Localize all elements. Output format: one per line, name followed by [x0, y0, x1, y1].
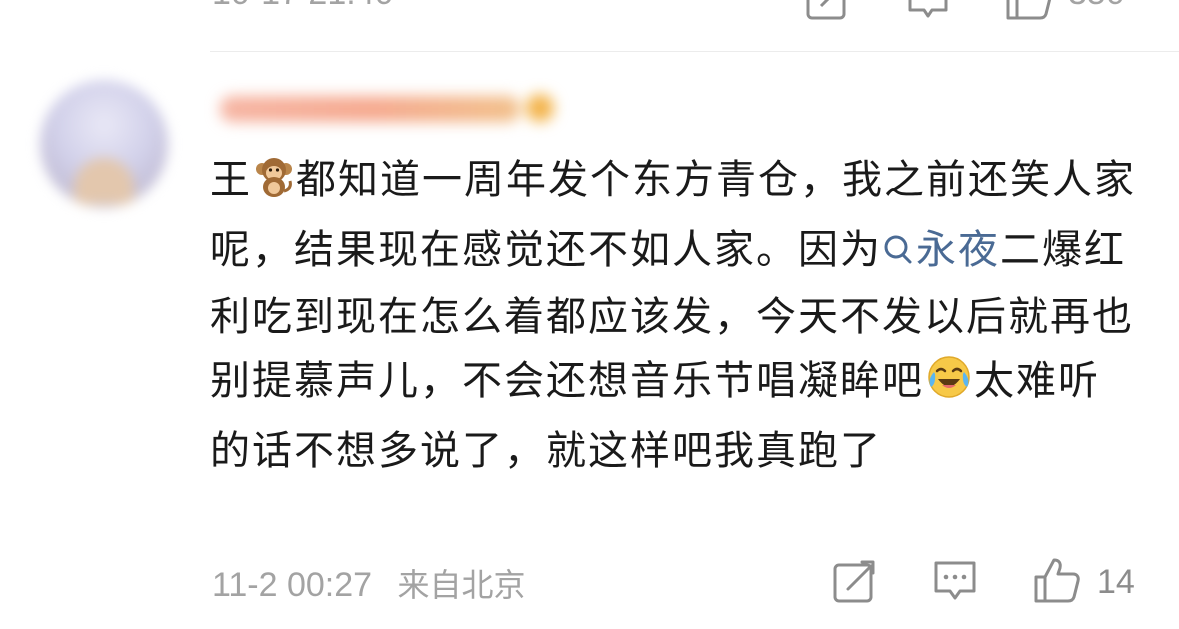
username[interactable] — [210, 88, 554, 132]
comment-location: 来自北京 — [397, 566, 526, 604]
previous-comment-timestamp: 10-17 21:40 — [212, 0, 394, 13]
comment-meta: 11-2 00:27 来自北京 — [212, 560, 526, 606]
topic-label: 永夜 — [916, 227, 1000, 273]
comment-divider — [210, 51, 1179, 52]
previous-like-count: 350 — [1068, 0, 1125, 13]
edit-icon — [832, 559, 876, 607]
reply-button[interactable] — [933, 560, 977, 606]
like-button[interactable] — [1033, 558, 1081, 608]
search-icon — [882, 221, 914, 285]
previous-edit-icon[interactable] — [805, 0, 849, 22]
user-badge-icon — [526, 94, 554, 122]
comment-text-part: 王 — [210, 157, 252, 203]
comment-timestamp: 11-2 00:27 — [212, 566, 373, 604]
laughing-crying-emoji-icon — [926, 354, 972, 419]
like-count: 14 — [1097, 563, 1135, 601]
previous-thumbs-up-icon[interactable] — [1005, 0, 1053, 22]
previous-comment-icon[interactable] — [906, 0, 950, 22]
edit-button[interactable] — [832, 560, 876, 606]
monkey-emoji-icon — [254, 154, 294, 218]
avatar[interactable] — [40, 80, 168, 208]
comment-icon — [933, 558, 977, 608]
comment-text: 王 都知道一周年发个东方青仓，我之前还笑人家呢，结果现在感觉还不如人家。因为 永… — [210, 148, 1140, 483]
topic-link[interactable]: 永夜 — [882, 227, 1000, 273]
thumbs-up-icon — [1033, 558, 1081, 608]
previous-comment-footer: 10-17 21:40 350 — [0, 0, 1179, 30]
